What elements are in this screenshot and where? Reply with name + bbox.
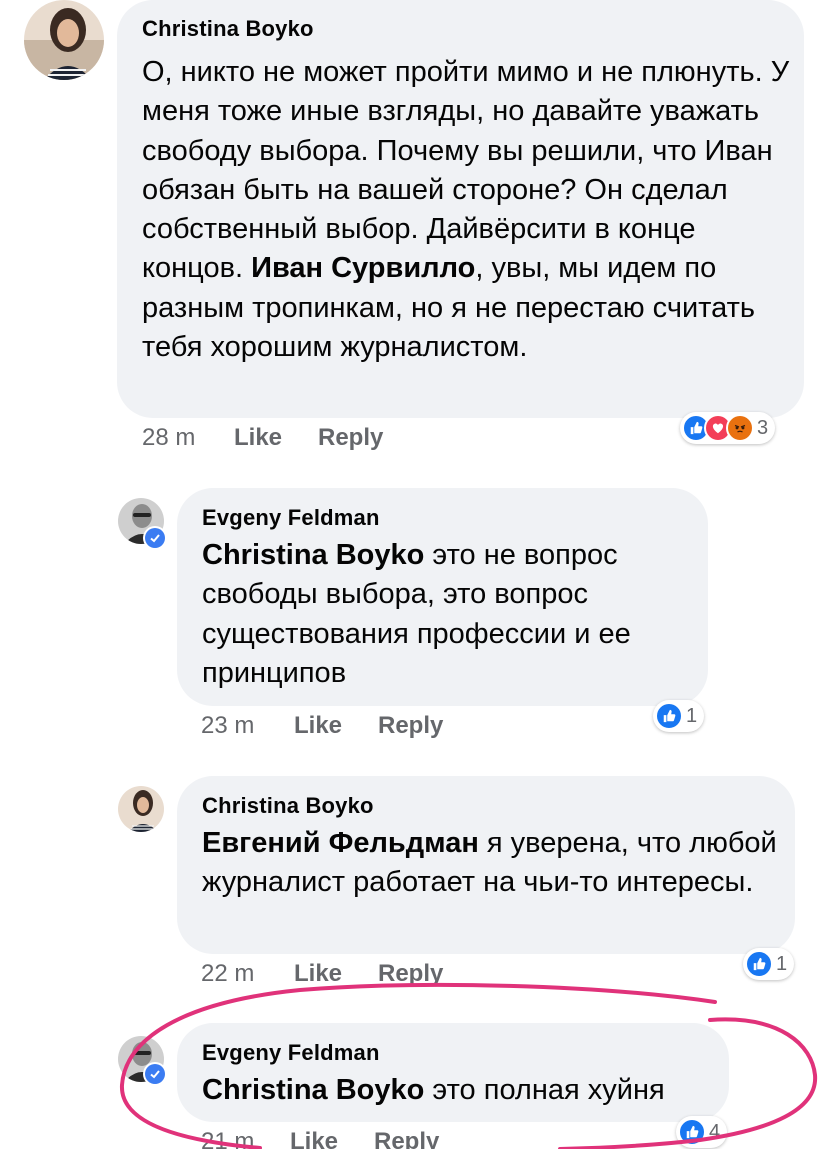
reaction-summary[interactable]: 1 <box>743 948 795 980</box>
verified-badge-icon <box>143 1062 167 1086</box>
comment-author[interactable]: Evgeny Feldman <box>202 505 708 531</box>
like-icon <box>655 702 683 730</box>
mention-link[interactable]: Евгений Фельдман <box>202 827 479 859</box>
like-icon <box>745 950 773 978</box>
angry-icon <box>726 414 754 442</box>
comment-bubble: Evgeny Feldman Christina Boyko это не во… <box>177 488 708 706</box>
comment-meta: 22 m Like Reply <box>0 960 827 990</box>
like-icon <box>678 1118 706 1146</box>
comment-bubble: Christina Boyko О, никто не может пройти… <box>117 0 804 418</box>
avatar-christina[interactable] <box>118 786 164 832</box>
comment-author[interactable]: Christina Boyko <box>202 793 795 819</box>
reaction-count: 1 <box>776 952 788 975</box>
comment-text-part: О, никто не может пройти мимо и не плюну… <box>142 56 790 285</box>
comment-bubble: Evgeny Feldman Christina Boyko это полна… <box>177 1023 729 1122</box>
comment-author[interactable]: Evgeny Feldman <box>202 1040 729 1066</box>
comment-text-part: это полная хуйня <box>424 1074 665 1106</box>
comment-timestamp[interactable]: 22 m <box>201 960 254 988</box>
verified-badge-icon <box>143 526 167 550</box>
comment-text: Christina Boyko это не вопрос свободы вы… <box>202 536 702 693</box>
avatar-christina[interactable] <box>24 0 104 80</box>
reaction-summary[interactable]: 1 <box>653 700 705 732</box>
comment-text: О, никто не может пройти мимо и не плюну… <box>142 53 794 367</box>
mention-link[interactable]: Christina Boyko <box>202 539 424 571</box>
reaction-count: 4 <box>709 1120 721 1143</box>
comment-text: Евгений Фельдман я уверена, что любой жу… <box>202 824 787 903</box>
reaction-count: 1 <box>686 704 698 727</box>
like-button[interactable]: Like <box>234 424 282 452</box>
mention-link[interactable]: Christina Boyko <box>202 1074 424 1106</box>
comment-bubble: Christina Boyko Евгений Фельдман я увере… <box>177 776 795 954</box>
comment-timestamp[interactable]: 28 m <box>142 424 195 452</box>
comment-author[interactable]: Christina Boyko <box>142 16 804 42</box>
like-button[interactable]: Like <box>294 960 342 988</box>
like-button[interactable]: Like <box>290 1128 338 1149</box>
comment-timestamp[interactable]: 23 m <box>201 712 254 740</box>
comment-text: Christina Boyko это полная хуйня <box>202 1071 729 1110</box>
reply-button[interactable]: Reply <box>374 1128 439 1149</box>
reply-button[interactable]: Reply <box>318 424 383 452</box>
mention-link[interactable]: Иван Сурвилло <box>251 252 475 284</box>
like-button[interactable]: Like <box>294 712 342 740</box>
comment-timestamp[interactable]: 21 m <box>201 1128 254 1149</box>
reaction-count: 3 <box>757 416 769 439</box>
reaction-summary[interactable]: 3 <box>680 412 776 444</box>
reaction-summary[interactable]: 4 <box>676 1116 728 1148</box>
reply-button[interactable]: Reply <box>378 712 443 740</box>
reply-button[interactable]: Reply <box>378 960 443 988</box>
